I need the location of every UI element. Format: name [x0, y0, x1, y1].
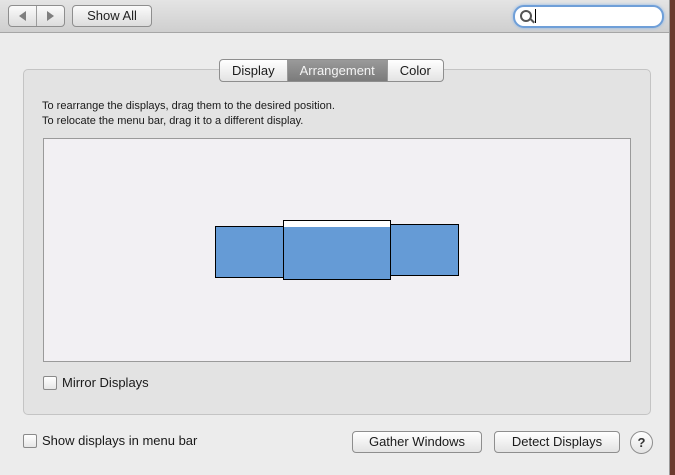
show-in-menubar-option[interactable]: Show displays in menu bar: [23, 433, 197, 448]
display-arrangement-area: [43, 138, 631, 362]
toolbar: Show All: [0, 0, 669, 33]
tab-display[interactable]: Display: [220, 60, 287, 81]
back-button[interactable]: [9, 6, 36, 26]
mirror-displays-checkbox[interactable]: [43, 375, 57, 390]
forward-button[interactable]: [36, 6, 64, 26]
show-in-menubar-checkbox[interactable]: [23, 433, 37, 448]
mirror-displays-label: Mirror Displays: [62, 375, 149, 390]
tab-arrangement[interactable]: Arrangement: [286, 60, 387, 81]
forward-arrow-icon: [47, 11, 54, 21]
instruction-rearrange: To rearrange the displays, drag them to …: [42, 100, 335, 112]
nav-buttons: [8, 5, 65, 27]
show-all-button[interactable]: Show All: [72, 5, 152, 27]
arrangement-panel: To rearrange the displays, drag them to …: [23, 69, 651, 415]
help-button[interactable]: ?: [630, 431, 653, 454]
mirror-displays-option[interactable]: Mirror Displays: [43, 375, 149, 390]
display-right[interactable]: [390, 224, 459, 276]
menu-bar-indicator[interactable]: [283, 220, 391, 227]
tab-color[interactable]: Color: [386, 60, 443, 81]
search-input[interactable]: [513, 5, 664, 28]
detect-displays-button[interactable]: Detect Displays: [494, 431, 620, 453]
text-caret: [535, 9, 536, 23]
search-icon: [520, 10, 532, 22]
gather-windows-button[interactable]: Gather Windows: [352, 431, 482, 453]
show-in-menubar-label: Show displays in menu bar: [42, 433, 198, 448]
tab-bar: Display Arrangement Color: [219, 59, 444, 82]
display-main[interactable]: [283, 226, 391, 280]
back-arrow-icon: [19, 11, 26, 21]
instruction-menubar: To relocate the menu bar, drag it to a d…: [42, 115, 304, 127]
display-left[interactable]: [215, 226, 284, 278]
system-preferences-window: Show All Display Arrangement Color To re…: [0, 0, 670, 475]
